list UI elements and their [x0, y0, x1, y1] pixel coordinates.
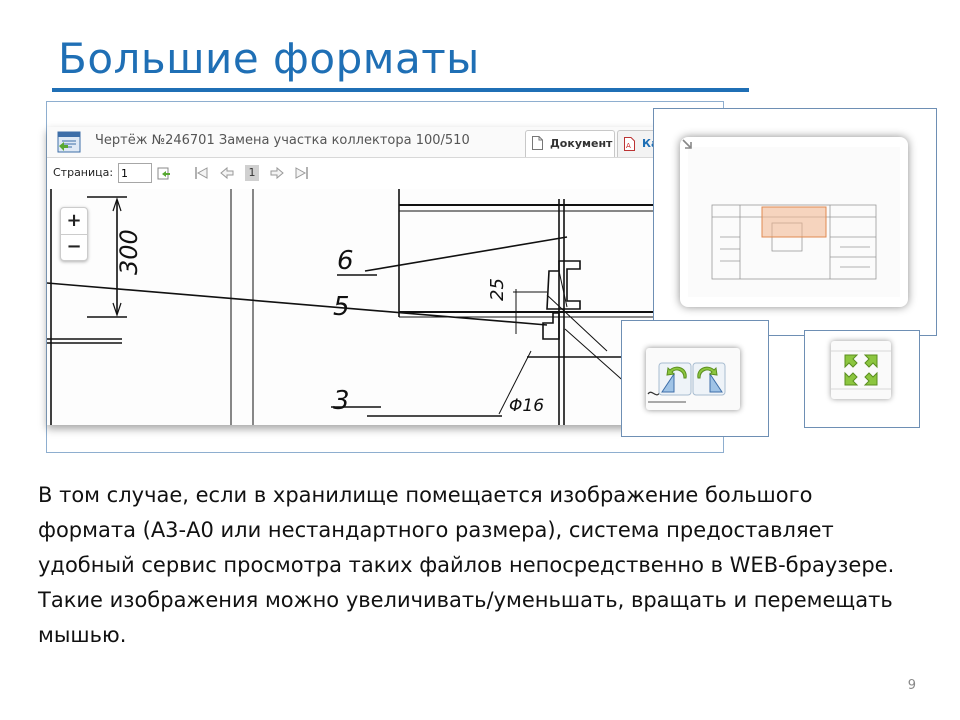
- zoom-out-button[interactable]: −: [61, 234, 87, 260]
- rotate-controls: [646, 348, 740, 410]
- slide-body-text: В том случае, если в хранилище помещаетс…: [38, 483, 895, 647]
- slide-page-number: 9: [907, 678, 916, 693]
- fullscreen-icon: [831, 350, 891, 390]
- overview-screenshot-frame: [653, 108, 937, 336]
- dimension-300-label: 300: [115, 229, 143, 275]
- page-number-input[interactable]: [118, 163, 152, 183]
- title-underline: [52, 88, 749, 92]
- document-page-icon: [532, 136, 543, 150]
- diameter-16-label: Φ16: [509, 396, 544, 416]
- fullscreen-screenshot-frame: [804, 330, 920, 428]
- dimension-25-label: 25: [487, 278, 508, 301]
- svg-text:A: A: [626, 142, 631, 150]
- overview-minimap[interactable]: [680, 137, 908, 307]
- first-page-icon[interactable]: [193, 165, 209, 181]
- mark-5-label: 5: [333, 292, 350, 322]
- tab-document[interactable]: Документ: [525, 130, 615, 157]
- fullscreen-button[interactable]: [831, 341, 891, 399]
- mark-6-label: 6: [337, 246, 354, 276]
- last-page-icon[interactable]: [294, 165, 310, 181]
- rotate-screenshot-frame: [621, 320, 769, 437]
- previous-page-icon[interactable]: [219, 165, 235, 181]
- document-viewer: Чертёж №246701 Замена участка коллектора…: [47, 127, 659, 425]
- pdf-icon: A: [624, 137, 635, 151]
- zoom-control: + −: [60, 207, 88, 261]
- viewer-toolbar: Страница: 1: [47, 158, 659, 188]
- next-page-icon[interactable]: [269, 165, 285, 181]
- mark-3-label: 3: [333, 386, 350, 416]
- zoom-in-button[interactable]: +: [61, 208, 87, 234]
- page-label: Страница:: [53, 166, 114, 179]
- rotate-left-icon[interactable]: [658, 362, 692, 396]
- viewer-tab-bar: Чертёж №246701 Замена участка коллектора…: [47, 127, 659, 158]
- viewer-window-title: Чертёж №246701 Замена участка коллектора…: [95, 133, 470, 148]
- go-to-page-icon[interactable]: [156, 165, 172, 181]
- rotate-right-icon[interactable]: [692, 362, 726, 396]
- drawing-canvas[interactable]: 300 25 6 5 3 Φ16 + −: [47, 189, 659, 425]
- resize-icon[interactable]: [680, 137, 694, 151]
- current-page-indicator: 1: [245, 165, 259, 181]
- slide-title: Большие форматы: [58, 34, 480, 83]
- minimap-drawing: [688, 147, 900, 297]
- technical-drawing: 300 25 6 5 3 Φ16: [47, 189, 659, 425]
- document-icon: [57, 131, 81, 153]
- tab-document-label: Документ: [550, 137, 613, 150]
